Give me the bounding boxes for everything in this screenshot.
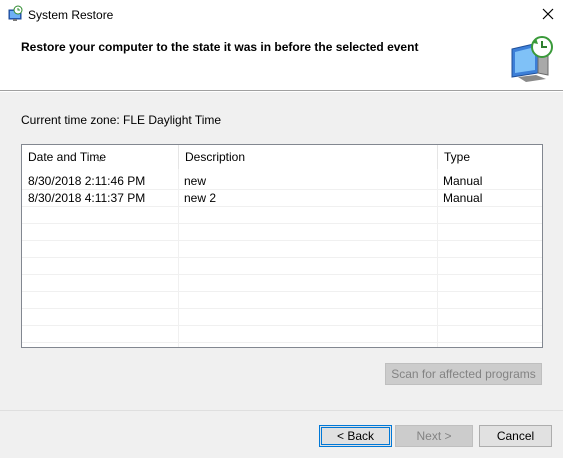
- next-button[interactable]: Next >: [395, 425, 473, 447]
- row-type: Manual: [443, 174, 483, 188]
- header-title: Restore your computer to the state it wa…: [21, 40, 419, 54]
- column-header-date[interactable]: Date and Time: [22, 145, 179, 169]
- table-row[interactable]: 8/30/2018 2:11:46 PM new Manual: [22, 173, 542, 190]
- empty-row: [22, 275, 542, 292]
- wizard-footer: < Back Next > Cancel: [0, 410, 563, 458]
- back-button[interactable]: < Back: [319, 425, 392, 447]
- window-title: System Restore: [28, 8, 114, 22]
- wizard-header: Restore your computer to the state it wa…: [0, 30, 563, 91]
- empty-row: [22, 258, 542, 275]
- row-date: 8/30/2018 2:11:46 PM: [28, 174, 146, 188]
- column-header-description[interactable]: Description: [179, 145, 438, 169]
- list-header: Date and Time Description Type: [22, 145, 542, 169]
- system-restore-icon: [6, 5, 24, 23]
- row-description: new 2: [184, 191, 217, 205]
- row-description: new: [184, 174, 207, 188]
- empty-row: [22, 207, 542, 224]
- restore-points-list[interactable]: Date and Time Description Type 8/30/2018…: [21, 144, 543, 348]
- scan-affected-programs-button[interactable]: Scan for affected programs: [385, 363, 542, 385]
- sort-descending-icon: [95, 146, 105, 162]
- cancel-button[interactable]: Cancel: [479, 425, 552, 447]
- empty-row: [22, 326, 542, 343]
- wizard-body: Current time zone: FLE Daylight Time Dat…: [0, 92, 563, 410]
- close-button[interactable]: [533, 0, 563, 30]
- row-type: Manual: [443, 191, 483, 205]
- row-date: 8/30/2018 4:11:37 PM: [28, 191, 146, 205]
- table-row[interactable]: 8/30/2018 4:11:37 PM new 2 Manual: [22, 190, 542, 207]
- close-icon: [542, 8, 554, 23]
- empty-row: [22, 241, 542, 258]
- empty-row: [22, 224, 542, 241]
- column-header-type[interactable]: Type: [438, 145, 542, 169]
- monitor-restore-icon: [508, 35, 558, 85]
- title-bar: System Restore: [0, 0, 563, 30]
- timezone-label: Current time zone: FLE Daylight Time: [21, 113, 222, 127]
- empty-row: [22, 292, 542, 309]
- empty-row: [22, 309, 542, 326]
